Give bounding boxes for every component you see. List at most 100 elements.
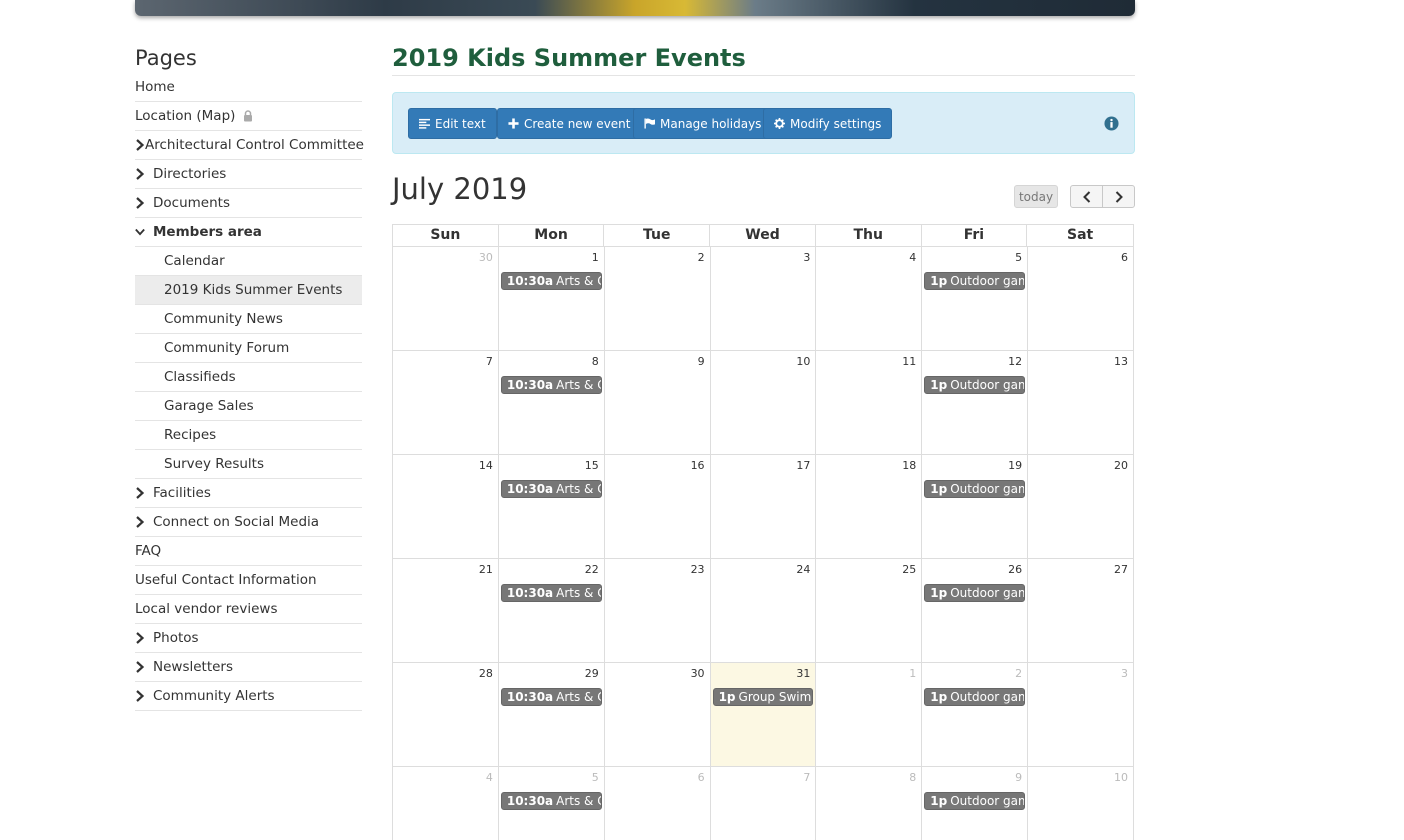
calendar-day[interactable]: 28 [393,663,499,767]
day-number[interactable]: 4 [909,251,916,264]
day-number[interactable]: 14 [479,459,493,472]
day-number[interactable]: 4 [486,771,493,784]
create-new-event-button[interactable]: Create new event [497,108,642,139]
day-number[interactable]: 8 [909,771,916,784]
calendar-day[interactable]: 4 [393,767,499,840]
calendar-day[interactable]: 3 [1028,663,1134,767]
sidebar-item-documents[interactable]: Documents [135,189,362,218]
sidebar-item-useful-contact-information[interactable]: Useful Contact Information [135,566,362,595]
calendar-day[interactable]: 6 [605,767,711,840]
info-icon[interactable] [1104,116,1119,131]
day-number[interactable]: 2 [1015,667,1022,680]
calendar-day[interactable]: 25 [816,559,923,663]
calendar-day[interactable]: 17 [710,455,817,559]
day-number[interactable]: 15 [585,459,599,472]
calendar-day[interactable]: 11 [816,351,923,455]
calendar-day[interactable]: 7 [711,767,817,840]
day-number[interactable]: 24 [796,563,810,576]
calendar-day-today[interactable]: 31 1p Group Swim [710,663,817,767]
today-button[interactable]: today [1014,185,1058,208]
calendar-day[interactable]: 18 [816,455,923,559]
calendar-event[interactable]: 10:30aArts & Crafts [500,272,602,290]
calendar-day[interactable]: 1 10:30aArts & Crafts [498,247,605,351]
day-number[interactable]: 27 [1114,563,1128,576]
calendar-day[interactable]: 13 [1028,351,1134,455]
calendar-day[interactable]: 20 [1028,455,1134,559]
day-number[interactable]: 25 [902,563,916,576]
sidebar-item-faq[interactable]: FAQ [135,537,362,566]
day-number[interactable]: 18 [902,459,916,472]
sidebar-item-community-forum[interactable]: Community Forum [135,334,362,363]
day-number[interactable]: 1 [592,251,599,264]
calendar-day[interactable]: 26 1pOutdoor games [922,559,1029,663]
calendar-event[interactable]: 1pOutdoor games [924,272,1026,290]
calendar-day[interactable]: 10 [1028,767,1134,840]
sidebar-item-calendar[interactable]: Calendar [135,247,362,276]
day-number[interactable]: 30 [691,667,705,680]
day-number[interactable]: 7 [486,355,493,368]
sidebar-item-location-map[interactable]: Location (Map) [135,102,362,131]
sidebar-item-garage-sales[interactable]: Garage Sales [135,392,362,421]
calendar-day[interactable]: 9 1pOutdoor games [922,767,1029,840]
day-number[interactable]: 3 [803,251,810,264]
day-number[interactable]: 9 [1015,771,1022,784]
day-number[interactable]: 5 [1015,251,1022,264]
day-number[interactable]: 23 [691,563,705,576]
calendar-event[interactable]: 10:30aArts & Crafts [500,480,602,498]
calendar-event[interactable]: 1pOutdoor games [924,376,1026,394]
calendar-day[interactable]: 12 1pOutdoor games [922,351,1029,455]
calendar-day[interactable]: 23 [604,559,711,663]
sidebar-item-members-area[interactable]: Members area [135,218,362,247]
calendar-day[interactable]: 5 10:30aArts & Crafts [499,767,605,840]
calendar-day[interactable]: 22 10:30aArts & Crafts [498,559,605,663]
prev-month-button[interactable] [1070,185,1103,208]
sidebar-item-connect-on-social-media[interactable]: Connect on Social Media [135,508,362,537]
sidebar-item-community-alerts[interactable]: Community Alerts [135,682,362,711]
calendar-day[interactable]: 30 [393,247,499,351]
calendar-event[interactable]: 10:30aArts & Crafts [500,584,602,602]
day-number[interactable]: 3 [1121,667,1128,680]
sidebar-item-facilities[interactable]: Facilities [135,479,362,508]
next-month-button[interactable] [1102,185,1135,208]
calendar-day[interactable]: 14 [393,455,499,559]
calendar-day[interactable]: 19 1pOutdoor games [922,455,1029,559]
day-number[interactable]: 28 [479,667,493,680]
sidebar-item-architectural-control-committee[interactable]: Architectural Control Committee [135,131,364,160]
day-number[interactable]: 16 [691,459,705,472]
sidebar-item-local-vendor-reviews[interactable]: Local vendor reviews [135,595,362,624]
sidebar-item-survey-results[interactable]: Survey Results [135,450,362,479]
calendar-day[interactable]: 10 [710,351,817,455]
day-number[interactable]: 10 [1114,771,1128,784]
calendar-day[interactable]: 1 [816,663,923,767]
calendar-day[interactable]: 9 [604,351,711,455]
day-number[interactable]: 6 [698,771,705,784]
sidebar-item-community-news[interactable]: Community News [135,305,362,334]
calendar-day[interactable]: 4 [816,247,923,351]
day-number[interactable]: 10 [796,355,810,368]
edit-text-button[interactable]: Edit text [408,108,497,139]
day-number[interactable]: 6 [1121,251,1128,264]
day-number[interactable]: 20 [1114,459,1128,472]
day-number[interactable]: 29 [585,667,599,680]
day-number[interactable]: 21 [479,563,493,576]
sidebar-item-home[interactable]: Home [135,73,362,102]
calendar-event[interactable]: 1pOutdoor games [924,792,1026,810]
calendar-day[interactable]: 3 [710,247,817,351]
day-number[interactable]: 11 [902,355,916,368]
calendar-day[interactable]: 5 1pOutdoor games [922,247,1029,351]
day-number[interactable]: 30 [479,251,493,264]
sidebar-item-photos[interactable]: Photos [135,624,362,653]
calendar-event[interactable]: 10:30aArts & Crafts [500,376,602,394]
sidebar-item-recipes[interactable]: Recipes [135,421,362,450]
calendar-day[interactable]: 27 [1028,559,1134,663]
day-number[interactable]: 8 [592,355,599,368]
day-number[interactable]: 26 [1008,563,1022,576]
manage-holidays-button[interactable]: Manage holidays [633,108,773,139]
calendar-day[interactable]: 21 [393,559,499,663]
calendar-day[interactable]: 8 [816,767,923,840]
day-number[interactable]: 9 [698,355,705,368]
calendar-day[interactable]: 24 [710,559,817,663]
sidebar-item-directories[interactable]: Directories [135,160,362,189]
calendar-day[interactable]: 16 [604,455,711,559]
modify-settings-button[interactable]: Modify settings [763,108,893,139]
